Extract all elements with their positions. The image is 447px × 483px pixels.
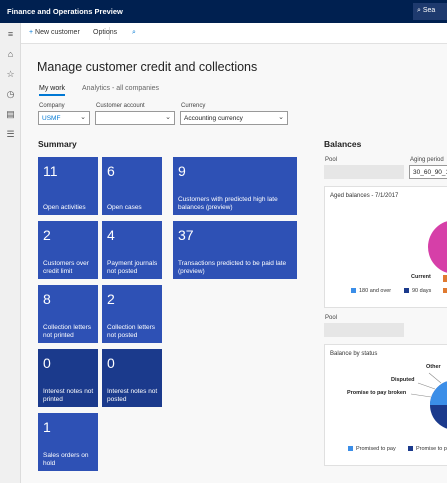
tile-count: 8 bbox=[43, 291, 51, 307]
tile-label: Transactions predicted to be paid late (… bbox=[178, 260, 287, 275]
legend-swatch bbox=[443, 288, 447, 293]
tab-my-work[interactable]: My work bbox=[39, 85, 66, 96]
company-select[interactable]: USMF ⌄ bbox=[38, 111, 90, 125]
currency-label: Currency bbox=[181, 103, 206, 109]
tile-label: Interest notes not posted bbox=[107, 388, 158, 403]
currency-select[interactable]: Accounting currency ⌄ bbox=[180, 111, 288, 125]
action-search-icon[interactable]: ⌕ bbox=[132, 29, 136, 37]
legend-item: Promise to p bbox=[408, 446, 447, 452]
options-button[interactable]: Options bbox=[93, 29, 117, 36]
app-header: Finance and Operations Preview ⌕ Sea bbox=[0, 0, 447, 23]
tile-interest-notes-not-posted[interactable]: 0 Interest notes not posted bbox=[102, 349, 162, 407]
chevron-down-icon: ⌄ bbox=[80, 114, 86, 121]
new-customer-button[interactable]: + New customer bbox=[29, 29, 80, 36]
customer-account-select[interactable]: ⌄ bbox=[95, 111, 175, 125]
currency-value: Accounting currency bbox=[184, 114, 243, 122]
legend-swatch bbox=[348, 446, 353, 451]
legend-swatch bbox=[404, 288, 409, 293]
plus-icon: + bbox=[29, 29, 34, 36]
aging-period-label: Aging period bbox=[410, 157, 444, 163]
current-slice-label: Current bbox=[411, 274, 431, 280]
tile-transactions-predicted-late[interactable]: 37 Transactions predicted to be paid lat… bbox=[173, 221, 297, 279]
pie-slice-current[interactable] bbox=[428, 220, 447, 274]
search-icon: ⌕ bbox=[417, 7, 421, 14]
tile-sales-orders-on-hold[interactable]: 1 Sales orders on hold bbox=[38, 413, 98, 471]
tile-count: 6 bbox=[107, 163, 115, 179]
tile-label: Open activities bbox=[43, 203, 86, 211]
pool2-label: Pool bbox=[325, 315, 338, 321]
new-customer-label: New customer bbox=[35, 29, 80, 36]
tile-label: Payment journals not posted bbox=[107, 260, 158, 275]
tile-label: Open cases bbox=[107, 203, 142, 211]
tile-label: Collection letters not printed bbox=[43, 324, 92, 339]
tile-count: 2 bbox=[107, 291, 115, 307]
hamburger-menu-icon[interactable]: ≡ bbox=[5, 29, 16, 40]
tile-collection-letters-not-posted[interactable]: 2 Collection letters not posted bbox=[102, 285, 162, 343]
app-title: Finance and Operations Preview bbox=[7, 7, 123, 16]
pool2-field[interactable] bbox=[324, 323, 404, 337]
balances-heading: Balances bbox=[324, 139, 362, 149]
disputed-slice-label: Disputed bbox=[391, 377, 415, 383]
tile-count: 9 bbox=[178, 163, 186, 179]
home-icon[interactable]: ⌂ bbox=[5, 49, 16, 60]
tile-label: Interest notes not printed bbox=[43, 388, 94, 403]
tile-payment-journals-not-posted[interactable]: 4 Payment journals not posted bbox=[102, 221, 162, 279]
pool-label: Pool bbox=[325, 157, 338, 163]
page-title: Manage customer credit and collections bbox=[37, 60, 258, 74]
aging-period-select[interactable]: 30_60_90_1 bbox=[409, 165, 447, 179]
tile-count: 4 bbox=[107, 227, 115, 243]
tile-label: Customers over credit limit bbox=[43, 260, 89, 275]
tile-label: Sales orders on hold bbox=[43, 452, 89, 467]
tile-collection-letters-not-printed[interactable]: 8 Collection letters not printed bbox=[38, 285, 98, 343]
search-label: Sea bbox=[422, 7, 436, 14]
global-search-button[interactable]: ⌕ Sea bbox=[413, 3, 447, 20]
left-navigation: ≡ ⌂ ☆ ◷ ▤ ☰ bbox=[0, 23, 21, 483]
promise-broken-slice-label: Promise to pay broken bbox=[347, 390, 407, 396]
customer-account-label: Customer account bbox=[96, 103, 145, 109]
workspaces-icon[interactable]: ▤ bbox=[5, 109, 16, 120]
action-pane: + New customer Options ⌕ bbox=[21, 23, 447, 44]
company-value: USMF bbox=[42, 114, 61, 122]
other-leader-line bbox=[428, 372, 442, 384]
tile-label: Collection letters not posted bbox=[107, 324, 156, 339]
legend-swatch bbox=[351, 288, 356, 293]
legend-item: Promised to pay bbox=[348, 446, 396, 452]
pool-field[interactable] bbox=[324, 165, 404, 179]
aged-balances-card: Aged balances - 7/1/2017 Current 180 and… bbox=[324, 186, 447, 308]
tile-interest-notes-not-printed[interactable]: 0 Interest notes not printed bbox=[38, 349, 98, 407]
tile-count: 1 bbox=[43, 419, 51, 435]
tile-count: 0 bbox=[43, 355, 51, 371]
recent-clock-icon[interactable]: ◷ bbox=[5, 89, 16, 100]
legend-item: 90 days bbox=[404, 288, 431, 294]
legend-item bbox=[443, 288, 447, 294]
tile-count: 2 bbox=[43, 227, 51, 243]
tile-count: 0 bbox=[107, 355, 115, 371]
modules-list-icon[interactable]: ☰ bbox=[5, 129, 16, 140]
tile-count: 37 bbox=[178, 227, 194, 243]
summary-heading: Summary bbox=[38, 139, 77, 149]
pie-slice-orange[interactable] bbox=[443, 275, 447, 282]
disputed-leader-line bbox=[417, 382, 436, 390]
tile-label: Customers with predicted high late balan… bbox=[178, 196, 278, 211]
tile-predicted-high-late-balances[interactable]: 9 Customers with predicted high late bal… bbox=[173, 157, 297, 215]
tile-customers-over-credit-limit[interactable]: 2 Customers over credit limit bbox=[38, 221, 98, 279]
favorites-star-icon[interactable]: ☆ bbox=[5, 69, 16, 80]
tile-open-cases[interactable]: 6 Open cases bbox=[102, 157, 162, 215]
other-slice-label: Other bbox=[426, 364, 441, 370]
chevron-down-icon: ⌄ bbox=[165, 114, 171, 121]
balance-by-status-card: Balance by status Other Disputed Promise… bbox=[324, 344, 447, 466]
tile-open-activities[interactable]: 11 Open activities bbox=[38, 157, 98, 215]
chevron-down-icon: ⌄ bbox=[278, 114, 284, 121]
legend-item: 180 and over bbox=[351, 288, 391, 294]
tile-count: 11 bbox=[43, 163, 58, 179]
legend-swatch bbox=[408, 446, 413, 451]
tab-analytics[interactable]: Analytics - all companies bbox=[82, 85, 159, 92]
promise-broken-leader-line bbox=[410, 393, 432, 398]
pie-slice-promised[interactable] bbox=[430, 380, 447, 405]
company-label: Company bbox=[39, 103, 65, 109]
